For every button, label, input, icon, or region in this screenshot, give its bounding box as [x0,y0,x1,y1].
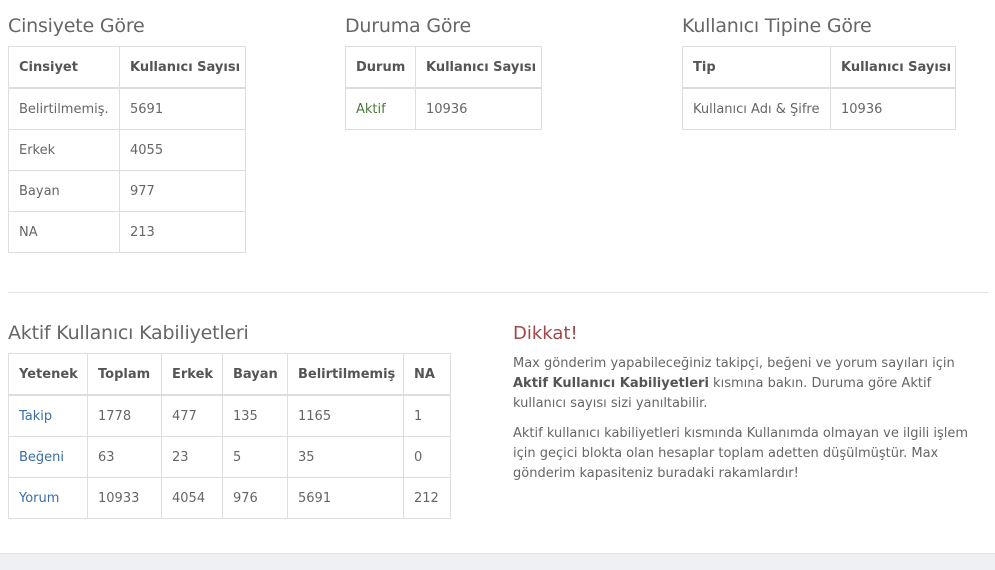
usertype-cell: Kullanıcı Adı & Şifre [682,87,831,130]
table-row: Bayan 977 [8,170,246,212]
unspecified-cell: 5691 [287,477,404,519]
table-row: Aktif 10936 [345,87,542,130]
unspecified-cell: 1165 [287,394,404,437]
table-row: Kullanıcı Adı & Şifre 10936 [682,87,956,130]
count-cell: 5691 [119,87,246,130]
table-row: Takip 1778 477 135 1165 1 [8,394,451,437]
page-footer [0,553,995,570]
na-cell: 212 [403,477,451,519]
abilities-table: Yetenek Toplam Erkek Bayan Belirtilmemiş… [8,353,451,519]
notice-text: Max gönderim yapabileceğiniz takipçi, be… [513,356,955,371]
gender-cell: Erkek [8,129,120,171]
table-row: Belirtilmemiş. 5691 [8,87,246,130]
status-section-title: Duruma Göre [345,15,471,37]
total-cell: 10933 [87,477,162,519]
count-cell: 10936 [830,87,956,130]
column-header: Belirtilmemiş [287,353,404,396]
table-row: Yorum 10933 4054 976 5691 212 [8,477,451,519]
unspecified-cell: 35 [287,436,404,478]
notice-paragraph-1: Max gönderim yapabileceğiniz takipçi, be… [513,354,988,414]
usertype-section-title: Kullanıcı Tipine Göre [682,15,872,37]
female-cell: 135 [222,394,288,437]
table-header-row: Durum Kullanıcı Sayısı [345,46,542,89]
column-header: Bayan [222,353,288,396]
total-cell: 1778 [87,394,162,437]
table-row: NA 213 [8,211,246,253]
ability-link-takip[interactable]: Takip [8,394,88,437]
notice-box: Dikkat! Max gönderim yapabileceğiniz tak… [513,322,988,494]
column-header: Kullanıcı Sayısı [119,46,246,89]
notice-bold-text: Aktif Kullanıcı Kabiliyetleri [513,376,709,391]
status-table: Durum Kullanıcı Sayısı Aktif 10936 [345,46,542,130]
section-divider [8,292,988,293]
table-row: Beğeni 63 23 5 35 0 [8,436,451,478]
gender-table: Cinsiyet Kullanıcı Sayısı Belirtilmemiş.… [8,46,246,253]
male-cell: 4054 [161,477,223,519]
male-cell: 23 [161,436,223,478]
table-header-row: Tip Kullanıcı Sayısı [682,46,956,89]
column-header: NA [403,353,451,396]
total-cell: 63 [87,436,162,478]
notice-title: Dikkat! [513,323,578,344]
table-row: Erkek 4055 [8,129,246,171]
ability-link-yorum[interactable]: Yorum [8,477,88,519]
count-cell: 977 [119,170,246,212]
count-cell: 213 [119,211,246,253]
column-header: Kullanıcı Sayısı [830,46,956,89]
status-cell: Aktif [345,87,416,130]
gender-cell: NA [8,211,120,253]
column-header: Tip [682,46,831,89]
count-cell: 4055 [119,129,246,171]
female-cell: 976 [222,477,288,519]
column-header: Cinsiyet [8,46,120,89]
male-cell: 477 [161,394,223,437]
gender-cell: Bayan [8,170,120,212]
na-cell: 0 [403,436,451,478]
usertype-table: Tip Kullanıcı Sayısı Kullanıcı Adı & Şif… [682,46,956,130]
na-cell: 1 [403,394,451,437]
count-cell: 10936 [415,87,542,130]
notice-paragraph-2: Aktif kullanıcı kabiliyetleri kısmında K… [513,426,969,481]
table-header-row: Yetenek Toplam Erkek Bayan Belirtilmemiş… [8,353,451,396]
column-header: Erkek [161,353,223,396]
ability-link-begeni[interactable]: Beğeni [8,436,88,478]
abilities-section-title: Aktif Kullanıcı Kabiliyetleri [8,322,249,344]
column-header: Toplam [87,353,162,396]
gender-section-title: Cinsiyete Göre [8,15,145,37]
female-cell: 5 [222,436,288,478]
column-header: Yetenek [8,353,88,396]
table-header-row: Cinsiyet Kullanıcı Sayısı [8,46,246,89]
column-header: Kullanıcı Sayısı [415,46,542,89]
column-header: Durum [345,46,416,89]
gender-cell: Belirtilmemiş. [8,87,120,130]
